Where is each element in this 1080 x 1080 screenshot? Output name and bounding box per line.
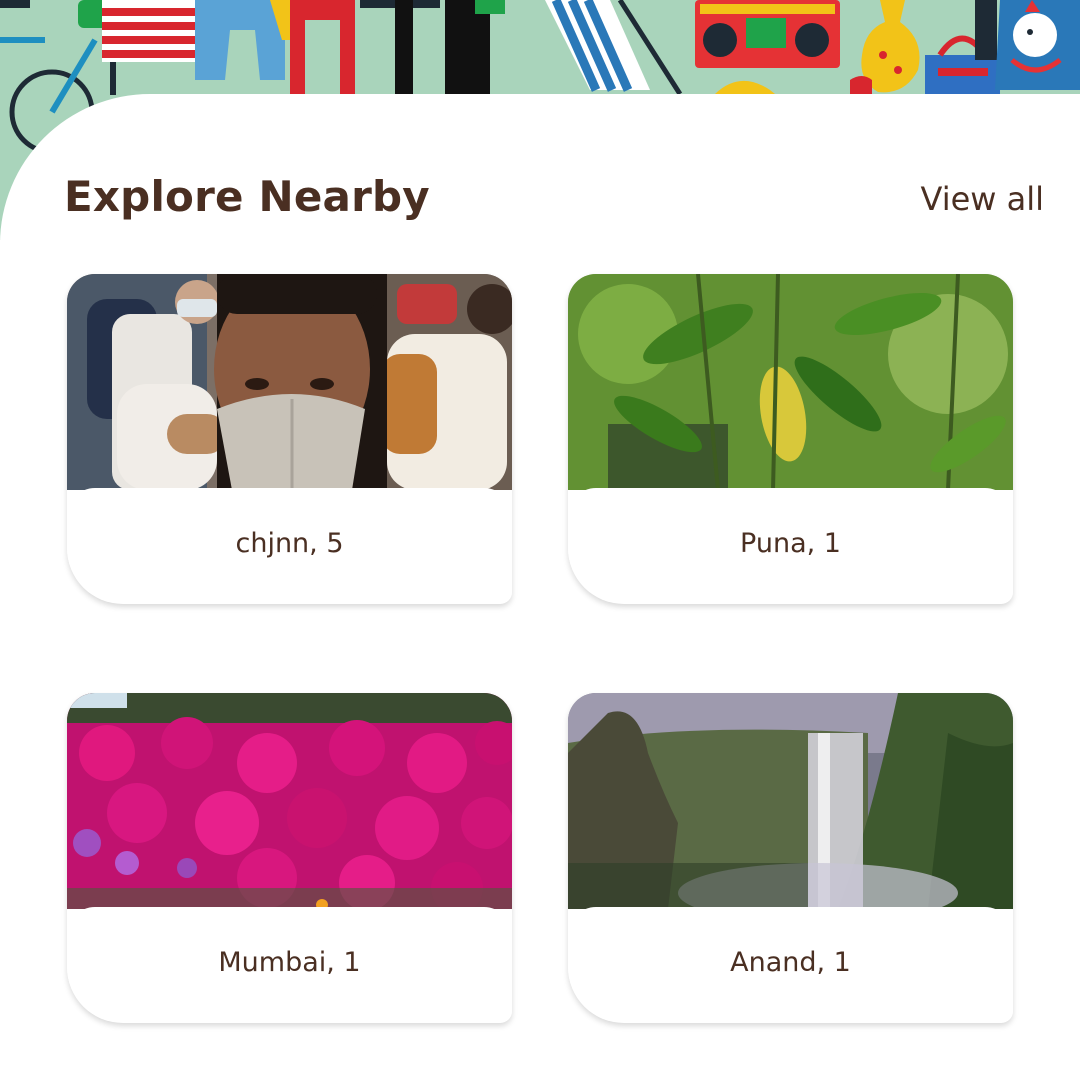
location-card[interactable]: Mumbai, 1: [67, 693, 512, 1023]
waterfall-photo: [568, 693, 1013, 909]
location-card[interactable]: Anand, 1: [568, 693, 1013, 1023]
card-caption: chjnn, 5: [67, 488, 512, 602]
section-title: Explore Nearby: [64, 172, 430, 221]
card-caption: Puna, 1: [568, 488, 1013, 602]
rooster-bag-illustration: [995, 0, 1080, 90]
card-caption: Anand, 1: [568, 907, 1013, 1021]
location-card[interactable]: Puna, 1: [568, 274, 1013, 604]
location-label: Anand, 1: [730, 947, 851, 978]
view-all-link[interactable]: View all: [921, 180, 1045, 218]
location-card[interactable]: chjnn, 5: [67, 274, 512, 604]
location-label: Puna, 1: [740, 528, 841, 559]
explore-nearby-header: Explore Nearby View all: [64, 172, 1044, 232]
boombox-illustration: [695, 0, 840, 68]
selfie-with-mask-crowd-photo: [67, 274, 512, 490]
card-caption: Mumbai, 1: [67, 907, 512, 1021]
location-label: Mumbai, 1: [218, 947, 361, 978]
location-label: chjnn, 5: [235, 528, 344, 559]
pink-flowers-photo: [67, 693, 512, 909]
green-leaves-photo: [568, 274, 1013, 490]
